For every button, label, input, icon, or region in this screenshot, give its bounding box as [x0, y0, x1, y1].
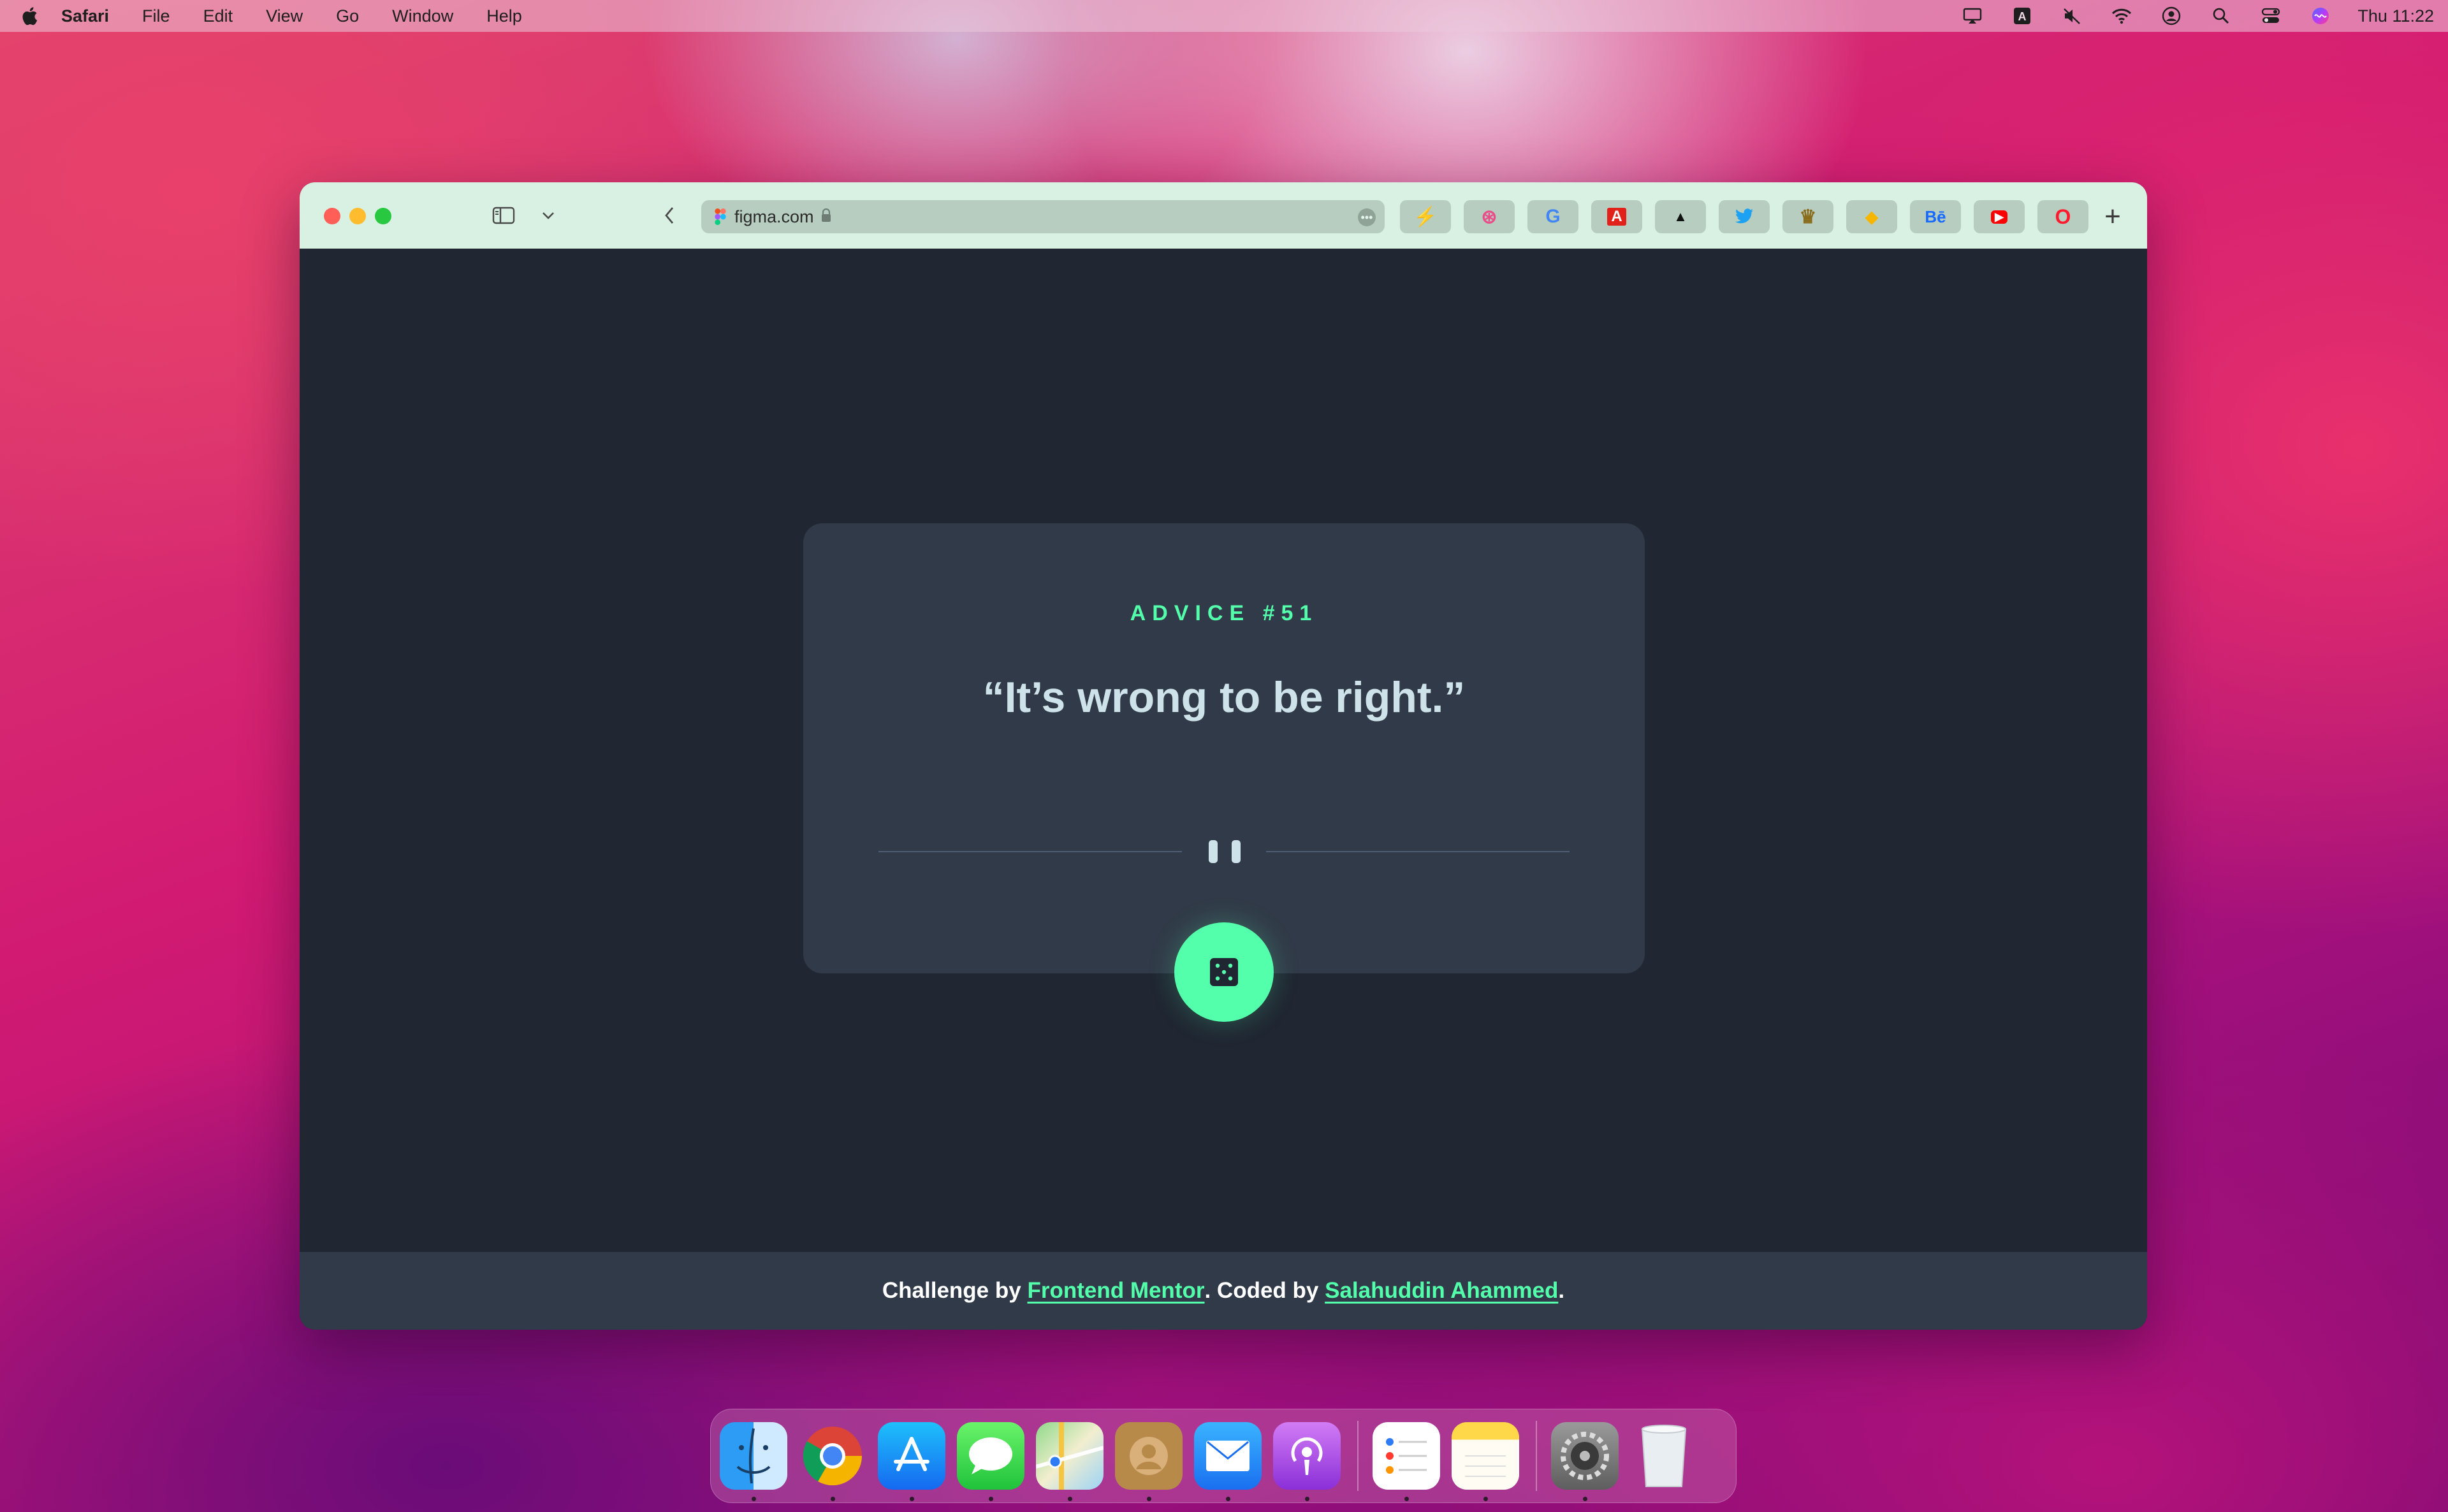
dock-separator: [1357, 1421, 1359, 1491]
zoom-window-button[interactable]: [375, 208, 391, 224]
advice-quote: “It’s wrong to be right.”: [982, 673, 1466, 722]
pause-divider-icon: [1209, 840, 1241, 863]
contacts-icon[interactable]: [1115, 1422, 1183, 1501]
trash-icon[interactable]: [1630, 1422, 1698, 1490]
user-icon[interactable]: [2160, 4, 2183, 27]
bolt-favorite-icon[interactable]: ⚡: [1400, 200, 1451, 233]
finder-icon[interactable]: [720, 1422, 787, 1501]
opera-favorite-icon[interactable]: O: [2037, 200, 2088, 233]
attribution-footer: Challenge by Frontend Mentor . Coded by …: [300, 1252, 2147, 1330]
dock: [710, 1409, 1737, 1503]
sketch-favorite-icon[interactable]: ◆: [1846, 200, 1897, 233]
advice-card: ADVICE #51 “It’s wrong to be right.”: [803, 523, 1645, 1022]
behance-favorite-icon[interactable]: Bē: [1910, 200, 1961, 233]
dice-icon: [1210, 958, 1238, 986]
input-source-icon[interactable]: A: [2011, 4, 2034, 27]
dock-separator: [1536, 1421, 1537, 1491]
reminders-icon[interactable]: [1373, 1422, 1440, 1501]
new-tab-button[interactable]: +: [2100, 200, 2125, 233]
menu-help[interactable]: Help: [486, 6, 522, 26]
twitter-bird-icon: [1735, 208, 1753, 224]
footer-suffix: .: [1558, 1278, 1565, 1303]
divider-right: [1266, 851, 1570, 852]
airplay-icon[interactable]: [1961, 4, 1984, 27]
browser-toolbar: figma.com ••• ⚡ ⊛ G A ▲ 🐦 ♛ ◆ Bē ▶ O +: [300, 182, 2147, 249]
mute-icon[interactable]: [2060, 4, 2083, 27]
chrome-icon[interactable]: [799, 1422, 866, 1501]
system-preferences-icon[interactable]: [1551, 1422, 1619, 1501]
generate-advice-button[interactable]: [1174, 922, 1274, 1022]
podcasts-icon[interactable]: [1273, 1422, 1341, 1501]
lock-icon: [820, 208, 832, 226]
messages-icon[interactable]: [957, 1422, 1024, 1501]
clock[interactable]: Thu 11:22: [2357, 6, 2434, 26]
page-menu-icon[interactable]: •••: [1358, 208, 1376, 226]
safari-window: figma.com ••• ⚡ ⊛ G A ▲ 🐦 ♛ ◆ Bē ▶ O + A: [300, 182, 2147, 1330]
notes-icon[interactable]: [1452, 1422, 1519, 1501]
adidas-favorite-icon[interactable]: ▲: [1655, 200, 1706, 233]
url-text: figma.com: [734, 207, 814, 226]
menu-edit[interactable]: Edit: [203, 6, 233, 26]
siri-icon[interactable]: [2309, 4, 2332, 27]
menu-app-name[interactable]: Safari: [61, 6, 109, 26]
close-window-button[interactable]: [324, 208, 340, 224]
address-bar[interactable]: figma.com •••: [701, 200, 1385, 233]
app-store-icon[interactable]: [878, 1422, 945, 1501]
minimize-window-button[interactable]: [349, 208, 366, 224]
youtube-favorite-icon[interactable]: ▶: [1974, 200, 2025, 233]
menu-file[interactable]: File: [142, 6, 170, 26]
crown-favorite-icon[interactable]: ♛: [1782, 200, 1833, 233]
dribbble-favorite-icon[interactable]: ⊛: [1464, 200, 1515, 233]
menu-window[interactable]: Window: [392, 6, 453, 26]
back-chevron-icon[interactable]: [657, 201, 682, 229]
footer-prefix: Challenge by: [882, 1278, 1028, 1303]
menu-go[interactable]: Go: [336, 6, 359, 26]
divider-left: [878, 851, 1182, 852]
menu-view[interactable]: View: [266, 6, 303, 26]
adobe-favorite-icon[interactable]: A: [1591, 200, 1642, 233]
advice-id: ADVICE #51: [1130, 601, 1318, 625]
apple-menu-icon[interactable]: [17, 6, 42, 25]
favorites-bar: ⚡ ⊛ G A ▲ 🐦 ♛ ◆ Bē ▶ O: [1400, 200, 2101, 233]
footer-middle: . Coded by: [1204, 1278, 1325, 1303]
spotlight-icon[interactable]: [2210, 4, 2233, 27]
tab-groups-chevron-down-icon[interactable]: [536, 201, 561, 229]
menu-bar: Safari File Edit View Go Window Help A T…: [0, 0, 2448, 32]
figma-site-icon: [714, 208, 727, 225]
sidebar-toggle-icon[interactable]: [488, 201, 519, 229]
wifi-icon[interactable]: [2110, 4, 2133, 27]
maps-icon[interactable]: [1036, 1422, 1104, 1501]
mail-icon[interactable]: [1194, 1422, 1262, 1501]
twitter-favorite-icon[interactable]: 🐦: [1719, 200, 1770, 233]
control-center-icon[interactable]: [2259, 4, 2282, 27]
frontend-mentor-link[interactable]: Frontend Mentor: [1027, 1278, 1204, 1304]
author-link[interactable]: Salahuddin Ahammed: [1325, 1278, 1558, 1304]
google-favorite-icon[interactable]: G: [1527, 200, 1578, 233]
svg-text:A: A: [2018, 10, 2027, 23]
page-content: ADVICE #51 “It’s wrong to be right.”: [300, 249, 2147, 1252]
